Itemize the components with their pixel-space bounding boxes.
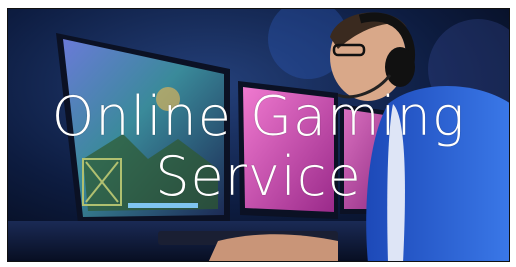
banner-title-line-2: Service — [155, 145, 362, 208]
banner-title-line-1: Online Gaming — [51, 85, 466, 148]
banner-title: Online Gaming Service — [8, 87, 509, 207]
hero-banner[interactable]: Online Gaming Service — [7, 8, 510, 262]
